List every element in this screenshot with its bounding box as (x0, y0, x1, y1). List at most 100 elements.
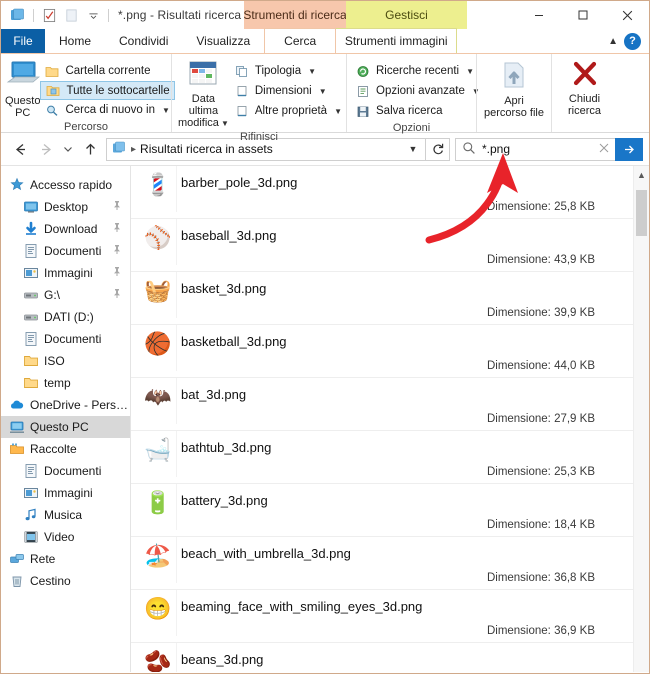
sidebar-item-musica[interactable]: Musica (1, 504, 130, 526)
refresh-icon[interactable] (426, 137, 450, 161)
file-list[interactable]: 💈 barber_pole_3d.png Dimensione: 25,8 KB ⚾ b… (131, 166, 633, 672)
bathtub-thumb: 🛁 (143, 431, 177, 477)
search-go-button[interactable] (615, 137, 643, 161)
scrollbar-thumb[interactable] (636, 190, 647, 236)
option-ricerche-recenti[interactable]: Ricerche recenti ▼ (351, 61, 484, 81)
pin-icon[interactable] (112, 266, 122, 280)
sidebar-item-download[interactable]: Download (1, 218, 130, 240)
file-row[interactable]: ⚾ baseball_3d.png Dimensione: 43,9 KB (131, 219, 633, 272)
sidebar-item-label: ISO (44, 354, 65, 368)
up-arrow-icon[interactable] (77, 136, 103, 162)
option-opzioni-avanzate[interactable]: Opzioni avanzate ▼ (351, 81, 484, 101)
sidebar-item-temp[interactable]: temp (1, 372, 130, 394)
option-altre-proprieta[interactable]: Altre proprietà ▼ (230, 101, 346, 121)
file-row[interactable]: 😁 beaming_face_with_smiling_eyes_3d.png Di… (131, 590, 633, 643)
pin-icon[interactable] (112, 244, 122, 258)
sidebar-item-label: Immagini (44, 486, 93, 500)
tab-condividi[interactable]: Condividi (105, 29, 182, 53)
file-row[interactable]: 🏖️ beach_with_umbrella_3d.png Dimensione: … (131, 537, 633, 590)
sidebar-item-video[interactable]: Video (1, 526, 130, 548)
file-name[interactable]: bathtub_3d.png (181, 435, 271, 455)
recent-searches-icon (355, 63, 371, 79)
address-dropdown-icon[interactable]: ▼ (403, 144, 423, 154)
breadcrumb-separator: ▸ (131, 143, 137, 155)
chevron-up-icon[interactable]: ▲ (608, 36, 618, 47)
scroll-up-icon[interactable]: ▲ (637, 166, 646, 183)
option-cartella-corrente[interactable]: Cartella corrente (40, 61, 174, 81)
pin-icon[interactable] (112, 288, 122, 302)
option-tutte-le-sottocartelle[interactable]: Tutte le sottocartelle (40, 81, 175, 100)
file-name[interactable]: barber_pole_3d.png (181, 170, 297, 190)
file-name[interactable]: basket_3d.png (181, 276, 266, 296)
pin-icon[interactable] (112, 222, 122, 236)
option-dimensioni[interactable]: Dimensioni ▼ (230, 81, 346, 101)
history-dropdown-icon[interactable] (59, 136, 77, 162)
sidebar-item-cestino[interactable]: Cestino (1, 570, 130, 592)
properties-icon[interactable] (39, 5, 59, 25)
sidebar-item-desktop[interactable]: Desktop (1, 196, 130, 218)
new-folder-icon[interactable] (61, 5, 81, 25)
file-row[interactable]: 🔋 battery_3d.png Dimensione: 18,4 KB (131, 484, 633, 537)
sidebar-item-label: Documenti (44, 464, 102, 478)
onedrive-icon (9, 397, 25, 413)
file-row[interactable]: 🧺 basket_3d.png Dimensione: 39,9 KB (131, 272, 633, 325)
tab-strumenti-immagini[interactable]: Strumenti immagini (336, 28, 458, 53)
sidebar-item-immagini[interactable]: Immagini (1, 482, 130, 504)
back-arrow-icon[interactable] (7, 136, 33, 162)
tab-home[interactable]: Home (45, 29, 105, 53)
navigation-pane[interactable]: Accesso rapido Desktop Download Documenti Im… (1, 166, 131, 672)
sidebar-item-dati-d[interactable]: DATI (D:) (1, 306, 130, 328)
file-name[interactable]: beach_with_umbrella_3d.png (181, 541, 351, 561)
file-name[interactable]: beans_3d.png (181, 647, 263, 667)
pictures-icon (23, 485, 39, 501)
sidebar-item-immagini[interactable]: Immagini (1, 262, 130, 284)
button-chiudi-ricerca[interactable]: Chiudi ricerca (555, 57, 615, 117)
maximize-icon[interactable] (561, 1, 605, 29)
sidebar-item-documenti[interactable]: Documenti (1, 240, 130, 262)
file-name[interactable]: battery_3d.png (181, 488, 268, 508)
forward-arrow-icon[interactable] (33, 136, 59, 162)
contextual-tab-search-tools[interactable]: Strumenti di ricerca (243, 1, 347, 29)
tab-cerca[interactable]: Cerca (264, 28, 337, 53)
explorer-icon[interactable] (8, 5, 28, 25)
help-button[interactable]: ? (624, 32, 641, 50)
tab-file[interactable]: File (1, 29, 45, 53)
option-cerca-di-nuovo-in[interactable]: Cerca di nuovo in ▼ (40, 100, 174, 120)
sidebar-item-raccolte[interactable]: Raccolte (1, 438, 130, 460)
sidebar-item-documenti[interactable]: Documenti (1, 328, 130, 350)
file-row[interactable]: 🏀 basketball_3d.png Dimensione: 44,0 KB (131, 325, 633, 378)
button-data-ultima-modifica[interactable]: Data ultima modifica ▼ (177, 57, 230, 130)
sidebar-item-label: OneDrive - Personal (30, 398, 130, 412)
option-altre-proprieta-label: Altre proprietà (254, 105, 328, 117)
file-row[interactable]: 🫘beans_3d.pngDimensione: 31,6 KB (131, 643, 633, 672)
pin-icon[interactable] (112, 200, 122, 214)
button-apri-percorso-file[interactable]: Apri percorso file (478, 57, 550, 119)
file-row[interactable]: 💈 barber_pole_3d.png Dimensione: 25,8 KB (131, 166, 633, 219)
contextual-tab-manage[interactable]: Gestisci (346, 1, 467, 29)
file-name[interactable]: baseball_3d.png (181, 223, 276, 243)
button-questo-pc[interactable]: Questo PC (5, 57, 40, 119)
tab-visualizza[interactable]: Visualizza (182, 29, 264, 53)
file-row[interactable]: 🛁 bathtub_3d.png Dimensione: 25,3 KB (131, 431, 633, 484)
sidebar-item-documenti[interactable]: Documenti (1, 460, 130, 482)
search-box[interactable]: *.png (455, 137, 615, 161)
search-input[interactable]: *.png (482, 142, 510, 156)
sidebar-item-accesso-rapido[interactable]: Accesso rapido (1, 174, 130, 196)
minimize-icon[interactable] (517, 1, 561, 29)
sidebar-item-iso[interactable]: ISO (1, 350, 130, 372)
close-icon[interactable] (605, 1, 649, 29)
sidebar-item-questo-pc[interactable]: Questo PC (1, 416, 130, 438)
option-tipologia[interactable]: Tipologia ▼ (230, 61, 346, 81)
vertical-scrollbar[interactable]: ▲ (633, 166, 649, 672)
customize-dropdown-icon[interactable] (83, 5, 103, 25)
file-name[interactable]: basketball_3d.png (181, 329, 287, 349)
file-name[interactable]: beaming_face_with_smiling_eyes_3d.png (181, 594, 422, 614)
sidebar-item-rete[interactable]: Rete (1, 548, 130, 570)
basketball-thumb: 🏀 (143, 325, 177, 371)
file-row[interactable]: 🦇 bat_3d.png Dimensione: 27,9 KB (131, 378, 633, 431)
file-name[interactable]: bat_3d.png (181, 382, 246, 402)
sidebar-item-g[interactable]: G:\ (1, 284, 130, 306)
option-salva-ricerca[interactable]: Salva ricerca (351, 101, 484, 121)
sidebar-item-onedrive-personal[interactable]: OneDrive - Personal (1, 394, 130, 416)
clear-icon[interactable] (595, 142, 613, 156)
